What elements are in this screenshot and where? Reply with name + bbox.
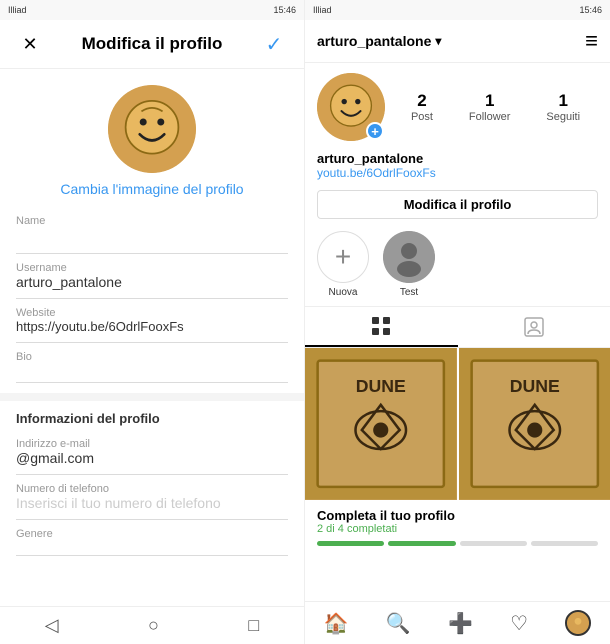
progress-dot-1 — [317, 541, 384, 546]
website-field[interactable]: Website https://youtu.be/6OdrlFooxFs — [16, 299, 288, 343]
post-stat[interactable]: 2 Post — [411, 91, 433, 123]
recents-nav-left[interactable]: □ — [248, 615, 259, 636]
following-stat[interactable]: 1 Seguiti — [546, 91, 580, 123]
username-field[interactable]: Username arturo_pantalone — [16, 254, 288, 299]
right-carrier: Illiad — [313, 5, 332, 15]
post-label: Post — [411, 111, 433, 123]
grid-icon — [371, 316, 391, 336]
edit-profile-title: Modifica il profilo — [82, 34, 223, 54]
add-story-icon[interactable]: + — [366, 122, 384, 140]
chevron-down-icon: ▾ — [435, 34, 441, 48]
add-nav-right[interactable]: ➕ — [448, 611, 473, 636]
gender-field[interactable]: Genere — [16, 520, 288, 556]
profile-nav-right[interactable] — [565, 610, 591, 636]
new-story-item[interactable]: + Nuova — [317, 231, 369, 298]
post-count: 2 — [417, 91, 426, 111]
complete-profile-title: Completa il tuo profilo — [317, 508, 598, 523]
phone-field[interactable]: Numero di telefono Inserisci il tuo nume… — [16, 475, 288, 520]
svg-text:DUNE: DUNE — [509, 376, 559, 396]
progress-dot-2 — [388, 541, 455, 546]
close-button[interactable]: ✕ — [16, 30, 44, 58]
follower-count: 1 — [485, 91, 494, 111]
change-photo-link[interactable]: Cambia l'immagine del profilo — [60, 181, 243, 197]
search-nav-right[interactable]: 🔍 — [386, 611, 411, 636]
bio-label: Bio — [16, 351, 288, 363]
email-value[interactable]: @gmail.com — [16, 450, 288, 466]
profile-link[interactable]: youtu.be/6OdrlFooxFs — [317, 166, 598, 180]
website-value[interactable]: https://youtu.be/6OdrlFooxFs — [16, 319, 288, 334]
heart-nav-right[interactable]: ♡ — [510, 611, 528, 636]
follower-stat[interactable]: 1 Follower — [469, 91, 511, 123]
home-nav-right[interactable]: 🏠 — [324, 611, 349, 636]
photo-cell-1[interactable]: DUNE — [305, 348, 457, 500]
profile-avatar-left — [108, 85, 196, 173]
edit-profile-button[interactable]: Modifica il profilo — [317, 190, 598, 219]
back-nav-left[interactable]: ◁ — [45, 615, 59, 636]
name-value[interactable] — [16, 227, 288, 245]
phone-placeholder[interactable]: Inserisci il tuo numero di telefono — [16, 495, 288, 511]
bio-field[interactable]: Bio — [16, 343, 288, 383]
photo-cell-2[interactable]: DUNE — [459, 348, 610, 500]
profile-display-username: arturo_pantalone — [317, 151, 598, 166]
tab-grid[interactable] — [305, 307, 458, 347]
follower-label: Follower — [469, 111, 511, 123]
section-profile-info: Informazioni del profilo — [0, 401, 304, 430]
confirm-button[interactable]: ✓ — [260, 30, 288, 58]
phone-label: Numero di telefono — [16, 483, 288, 495]
new-story-label: Nuova — [329, 287, 358, 298]
hamburger-menu[interactable]: ≡ — [585, 30, 598, 52]
username-label: Username — [16, 262, 288, 274]
progress-dot-4 — [531, 541, 598, 546]
name-label: Name — [16, 215, 288, 227]
right-time: 15:46 — [579, 5, 602, 15]
test-story-label: Test — [400, 287, 418, 298]
email-field[interactable]: Indirizzo e-mail @gmail.com — [16, 430, 288, 475]
person-tag-icon — [524, 317, 544, 337]
username-header[interactable]: arturo_pantalone ▾ — [317, 33, 441, 49]
complete-profile-subtitle: 2 di 4 completati — [317, 523, 598, 535]
gender-label: Genere — [16, 528, 288, 540]
left-time: 15:46 — [273, 5, 296, 15]
svg-text:DUNE: DUNE — [356, 376, 406, 396]
header-username: arturo_pantalone — [317, 33, 431, 49]
email-label: Indirizzo e-mail — [16, 438, 288, 450]
name-field[interactable]: Name — [16, 207, 288, 254]
test-story-item[interactable]: Test — [383, 231, 435, 298]
tab-tagged[interactable] — [458, 307, 610, 347]
following-label: Seguiti — [546, 111, 580, 123]
left-carrier: Illiad — [8, 5, 27, 15]
website-label: Website — [16, 307, 288, 319]
home-nav-left[interactable]: ○ — [148, 615, 159, 636]
progress-dot-3 — [460, 541, 527, 546]
following-count: 1 — [558, 91, 567, 111]
username-value[interactable]: arturo_pantalone — [16, 274, 288, 290]
